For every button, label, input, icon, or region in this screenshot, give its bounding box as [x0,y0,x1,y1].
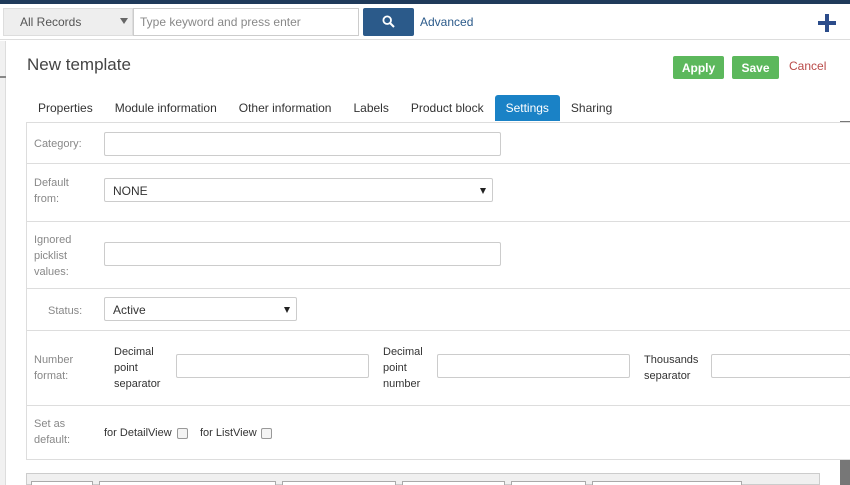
caret-down-icon [284,307,290,313]
category-label: Category: [34,138,82,150]
set-default-row: Set as default: for DetailView for ListV… [27,406,850,460]
apply-button[interactable]: Apply [673,56,724,79]
category-row: Category: [27,123,850,164]
thousands-separator-label-line2: separator [644,370,691,382]
default-from-label-line2: from: [34,193,60,205]
cancel-link[interactable]: Cancel [789,59,826,73]
number-format-row: Number format: Decimal point separator D… [27,331,850,406]
status-value: Active [113,303,146,317]
status-label: Status: [48,305,83,317]
editor-toolbar-button[interactable] [592,481,742,485]
left-sidebar-edge [0,41,6,485]
decimal-number-label-line3: number [383,378,421,390]
records-filter-select[interactable]: All Records [3,8,133,36]
editor-toolbar-button[interactable] [282,481,396,485]
decimal-number-label-line1: Decimal [383,346,423,358]
thousands-separator-label-line1: Thousands [644,354,699,366]
default-from-value: NONE [113,184,148,198]
search-input[interactable] [133,8,359,36]
default-from-row: Default from: NONE [27,164,850,222]
ignored-picklist-label: Ignored picklist values: [34,232,71,280]
editor-toolbar-button[interactable] [511,481,586,485]
page-title: New template [27,55,131,74]
number-format-label: Number format: [34,352,73,384]
search-icon [382,15,395,28]
listview-checkbox[interactable] [261,428,272,439]
editor-toolbar-button[interactable] [99,481,276,485]
detailview-checkbox[interactable] [177,428,188,439]
decimal-separator-label: Decimal point separator [114,344,160,392]
ignored-picklist-row: Ignored picklist values: [27,222,850,289]
settings-form-panel: Category: Default from: NONE Ignored pic… [26,122,850,460]
plus-icon[interactable] [818,14,836,32]
detailview-label: for DetailView [104,427,172,439]
ignored-picklist-label-line3: values: [34,266,69,278]
decimal-number-input[interactable] [437,354,630,378]
decimal-number-label-line2: point [383,362,407,374]
scrollbar-track[interactable] [840,41,850,121]
number-format-label-line2: format: [34,370,69,382]
tab-properties[interactable]: Properties [27,95,104,121]
search-button[interactable] [363,8,414,36]
tab-sharing[interactable]: Sharing [560,95,623,121]
editor-toolbar-button[interactable] [402,481,505,485]
set-default-label: Set as default: [34,416,70,448]
caret-down-icon [480,188,486,194]
category-input[interactable] [104,132,501,156]
decimal-separator-label-line1: Decimal [114,346,154,358]
set-default-label-line2: default: [34,434,71,446]
thousands-separator-label: Thousands separator [644,352,698,384]
decimal-separator-input[interactable] [176,354,369,378]
ignored-picklist-label-line2: picklist [34,250,68,262]
ignored-picklist-input[interactable] [104,242,501,266]
tab-other-information[interactable]: Other information [228,95,343,121]
advanced-search-link[interactable]: Advanced [420,15,473,29]
sidebar-toggle-marker[interactable] [0,76,6,78]
decimal-separator-label-line2: point [114,362,138,374]
save-button[interactable]: Save [732,56,779,79]
decimal-number-label: Decimal point number [383,344,423,392]
default-from-label: Default from: [34,175,69,207]
tab-labels[interactable]: Labels [342,95,399,121]
tab-module-information[interactable]: Module information [104,95,228,121]
set-default-label-line1: Set as [34,418,66,430]
status-select[interactable]: Active [104,297,297,321]
tab-bar: Properties Module information Other info… [27,95,623,121]
ignored-picklist-label-line1: Ignored [34,234,72,246]
top-toolbar: All Records Advanced [0,4,850,40]
records-filter-value: All Records [20,15,82,29]
decimal-separator-label-line3: separator [114,378,161,390]
listview-label: for ListView [200,427,257,439]
status-row: Status: Active [27,289,850,331]
default-from-label-line1: Default [34,177,69,189]
number-format-label-line1: Number [34,354,74,366]
editor-toolbar-button[interactable] [31,481,93,485]
tab-product-block[interactable]: Product block [400,95,495,121]
thousands-separator-input[interactable] [711,354,850,378]
tab-settings[interactable]: Settings [494,95,560,121]
caret-down-icon [120,18,128,24]
default-from-select[interactable]: NONE [104,178,493,202]
